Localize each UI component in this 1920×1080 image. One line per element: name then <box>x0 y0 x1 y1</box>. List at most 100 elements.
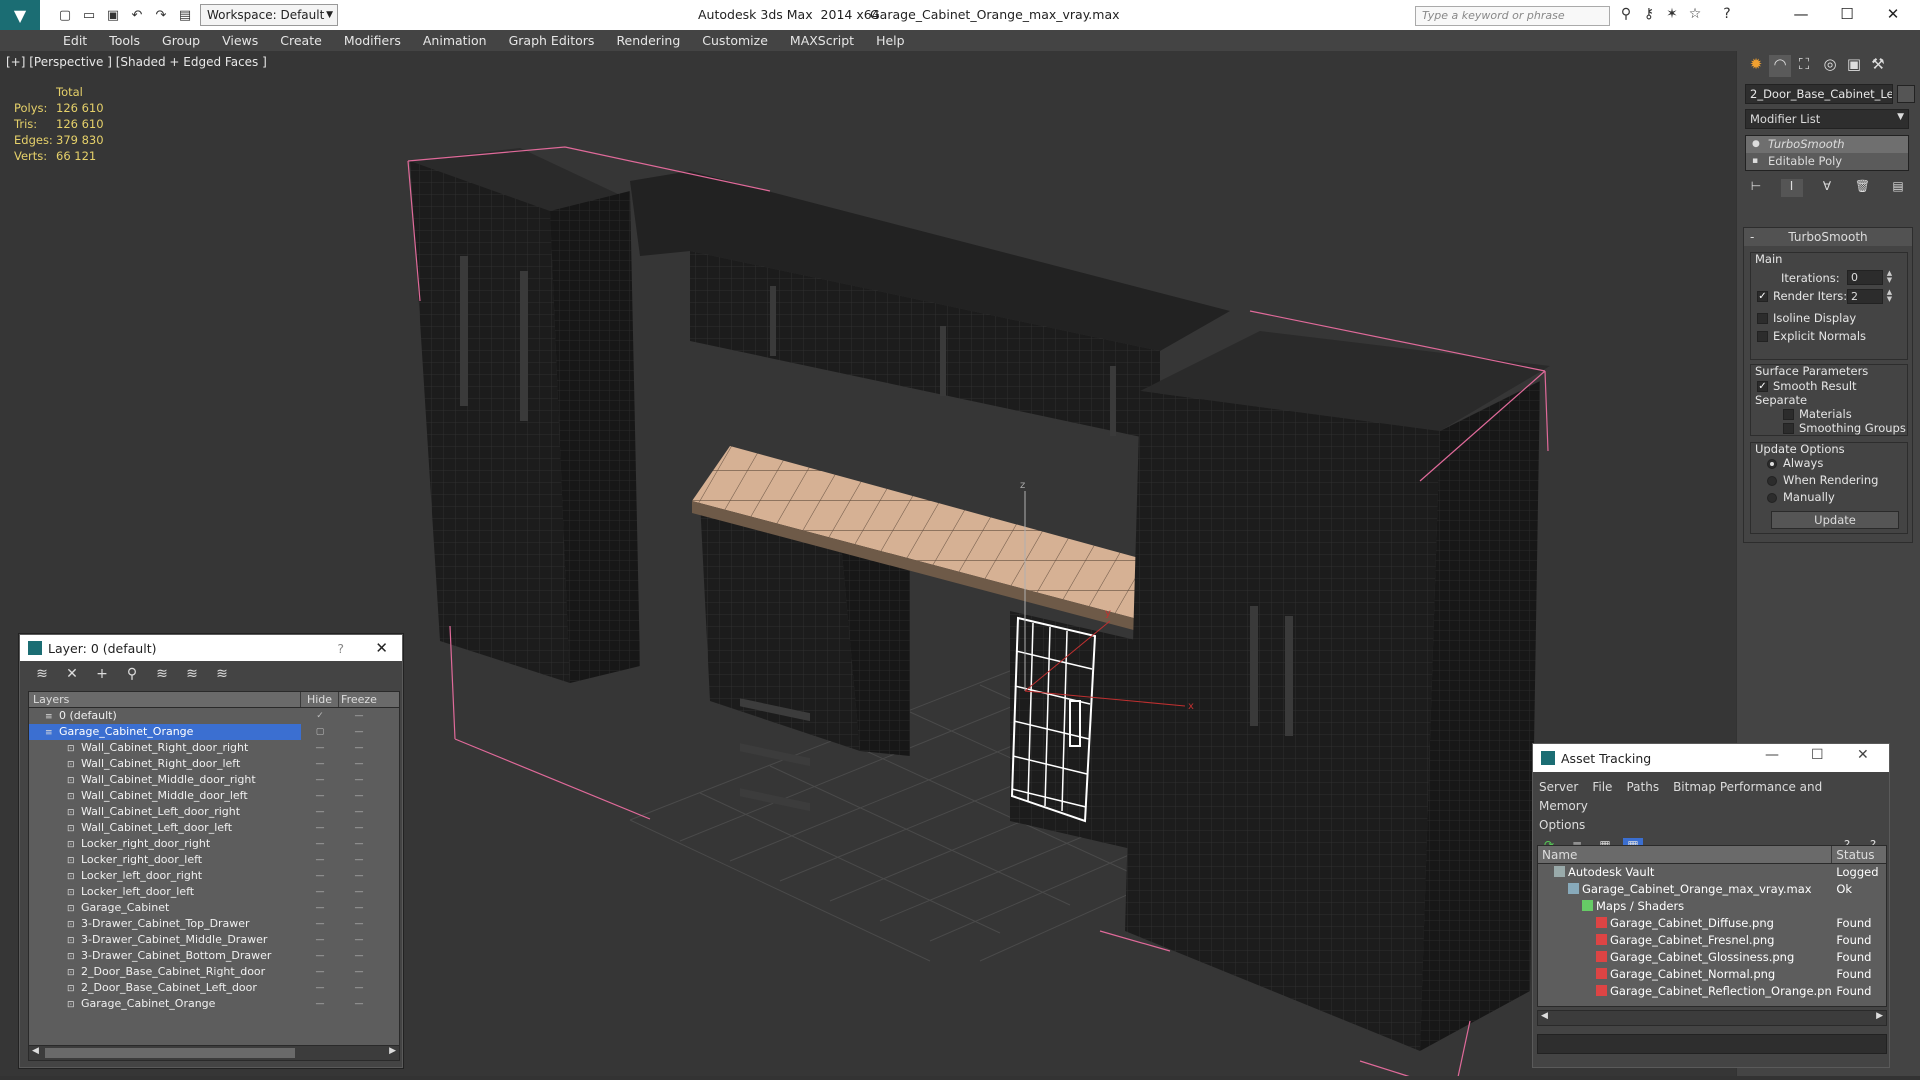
menu-item-graph-editors[interactable]: Graph Editors <box>498 33 606 48</box>
column-name[interactable]: Name <box>1538 846 1833 863</box>
hide-toggle[interactable]: — <box>301 932 339 948</box>
layer-row[interactable]: ⊡ Wall_Cabinet_Right_door_left — — <box>29 756 399 772</box>
freeze-toggle[interactable]: — <box>339 980 379 996</box>
asset-row[interactable]: Garage_Cabinet_Normal.png Found <box>1538 966 1886 983</box>
freeze-all-layers-icon[interactable]: ≋ <box>212 666 232 686</box>
undo-icon[interactable]: ↶ <box>128 6 146 24</box>
open-file-icon[interactable]: ▭ <box>80 6 98 24</box>
search-input[interactable]: Type a keyword or phrase <box>1415 6 1610 26</box>
manually-radio[interactable] <box>1767 493 1777 503</box>
menu-item-views[interactable]: Views <box>211 33 269 48</box>
create-tab-icon[interactable]: ✹ <box>1745 55 1767 77</box>
layer-row-name-cell[interactable]: ⊡ Locker_left_door_right <box>29 868 301 884</box>
layer-row[interactable]: ⊡ Wall_Cabinet_Left_door_left — — <box>29 820 399 836</box>
hide-toggle[interactable]: — <box>301 916 339 932</box>
layer-row-name-cell[interactable]: ⊡ Wall_Cabinet_Left_door_left <box>29 820 301 836</box>
layer-row[interactable]: ⊡ Locker_left_door_right — — <box>29 868 399 884</box>
asset-row[interactable]: Garage_Cabinet_Diffuse.png Found <box>1538 915 1886 932</box>
always-radio[interactable] <box>1767 459 1777 469</box>
layer-row-name-cell[interactable]: ≡ 0 (default) <box>29 708 301 724</box>
hide-toggle[interactable]: — <box>301 820 339 836</box>
configure-modifier-sets-icon[interactable]: ▤ <box>1887 179 1909 197</box>
freeze-toggle[interactable]: — <box>339 900 379 916</box>
layer-window-titlebar[interactable]: Layer: 0 (default) ? ✕ <box>20 635 402 661</box>
freeze-toggle[interactable]: — <box>339 916 379 932</box>
asset-name-cell[interactable]: Garage_Cabinet_Glossiness.png <box>1538 949 1832 966</box>
layers-table[interactable]: Layers Hide Freeze ≡ 0 (default) ✓ — ≡ Garage… <box>28 691 400 1053</box>
freeze-toggle[interactable]: — <box>339 772 379 788</box>
asset-menu-file[interactable]: File <box>1592 780 1612 794</box>
highlight-layer-icon[interactable]: ≋ <box>152 666 172 686</box>
when-rendering-radio[interactable] <box>1767 476 1777 486</box>
materials-checkbox[interactable] <box>1783 409 1794 420</box>
freeze-toggle[interactable]: — <box>339 948 379 964</box>
layer-row-name-cell[interactable]: ⊡ Wall_Cabinet_Right_door_left <box>29 756 301 772</box>
layer-row[interactable]: ⊡ 2_Door_Base_Cabinet_Left_door — — <box>29 980 399 996</box>
minimize-button[interactable]: — <box>1765 747 1779 763</box>
render-iters-checkbox[interactable]: ✓ <box>1757 291 1768 302</box>
hide-toggle[interactable]: — <box>301 756 339 772</box>
horizontal-scrollbar[interactable]: ◀ ▶ <box>28 1045 400 1061</box>
asset-row[interactable]: Garage_Cabinet_Reflection_Orange.png Foun… <box>1538 983 1886 1000</box>
layer-row-name-cell[interactable]: ⊡ Locker_right_door_right <box>29 836 301 852</box>
freeze-toggle[interactable]: — <box>339 820 379 836</box>
isoline-display-checkbox[interactable] <box>1757 313 1768 324</box>
layer-row[interactable]: ⊡ 3-Drawer_Cabinet_Middle_Drawer — — <box>29 932 399 948</box>
freeze-toggle[interactable]: — <box>339 836 379 852</box>
modifier-stack[interactable]: ● TurboSmooth ▪ Editable Poly <box>1745 135 1909 171</box>
hide-toggle[interactable]: — <box>301 852 339 868</box>
new-file-icon[interactable]: ▢ <box>56 6 74 24</box>
menu-item-maxscript[interactable]: MAXScript <box>779 33 865 48</box>
modifier-list-dropdown[interactable]: Modifier List ▼ <box>1745 109 1909 129</box>
asset-row[interactable]: Maps / Shaders <box>1538 898 1886 915</box>
column-hide[interactable]: Hide <box>301 692 339 707</box>
maximize-button[interactable]: ☐ <box>1824 0 1870 30</box>
spinner-arrows-icon[interactable]: ▲ ▼ <box>1885 289 1894 304</box>
motion-tab-icon[interactable]: ◎ <box>1819 55 1841 77</box>
freeze-toggle[interactable]: — <box>339 852 379 868</box>
close-button[interactable]: ✕ <box>1870 0 1916 30</box>
hide-toggle[interactable]: — <box>301 948 339 964</box>
layer-row-name-cell[interactable]: ≡ Garage_Cabinet_Orange <box>29 724 301 740</box>
favorites-star-icon[interactable]: ☆ <box>1686 6 1704 24</box>
layer-row[interactable]: ⊡ Locker_right_door_left — — <box>29 852 399 868</box>
spinner-arrows-icon[interactable]: ▲ ▼ <box>1885 270 1894 285</box>
freeze-toggle[interactable]: — <box>339 708 379 724</box>
viewport-label[interactable]: [+] [Perspective ] [Shaded + Edged Faces… <box>6 55 267 69</box>
asset-path-field[interactable] <box>1537 1034 1887 1054</box>
freeze-toggle[interactable]: — <box>339 804 379 820</box>
freeze-toggle[interactable]: — <box>339 932 379 948</box>
make-unique-icon[interactable]: ∀ <box>1816 179 1838 197</box>
utilities-tab-icon[interactable]: ⚒ <box>1867 55 1889 77</box>
hide-toggle[interactable]: — <box>301 996 339 1012</box>
layer-row-name-cell[interactable]: ⊡ 2_Door_Base_Cabinet_Left_door <box>29 980 301 996</box>
layer-row-name-cell[interactable]: ⊡ 3-Drawer_Cabinet_Top_Drawer <box>29 916 301 932</box>
layer-row[interactable]: ≡ Garage_Cabinet_Orange ▢ — <box>29 724 399 740</box>
redo-icon[interactable]: ↷ <box>152 6 170 24</box>
freeze-toggle[interactable]: — <box>339 788 379 804</box>
scrollbar-thumb[interactable] <box>45 1048 295 1058</box>
layer-row[interactable]: ⊡ Garage_Cabinet_Orange — — <box>29 996 399 1012</box>
layer-row[interactable]: ⊡ Wall_Cabinet_Right_door_right — — <box>29 740 399 756</box>
hide-toggle[interactable]: — <box>301 868 339 884</box>
object-name-field[interactable]: 2_Door_Base_Cabinet_Left_d <box>1745 84 1893 104</box>
asset-row[interactable]: Garage_Cabinet_Glossiness.png Found <box>1538 949 1886 966</box>
close-icon[interactable]: ✕ <box>375 639 388 657</box>
delete-layer-icon[interactable]: ✕ <box>62 666 82 686</box>
hide-toggle[interactable]: — <box>301 900 339 916</box>
asset-row[interactable]: Garage_Cabinet_Fresnel.png Found <box>1538 932 1886 949</box>
add-to-layer-icon[interactable]: + <box>92 666 112 686</box>
layer-row[interactable]: ⊡ Wall_Cabinet_Middle_door_right — — <box>29 772 399 788</box>
object-color-swatch[interactable] <box>1897 85 1915 103</box>
minimize-button[interactable]: — <box>1778 0 1824 30</box>
layer-row[interactable]: ⊡ 3-Drawer_Cabinet_Top_Drawer — — <box>29 916 399 932</box>
layer-row-name-cell[interactable]: ⊡ 2_Door_Base_Cabinet_Right_door <box>29 964 301 980</box>
freeze-toggle[interactable]: — <box>339 740 379 756</box>
layer-row-name-cell[interactable]: ⊡ Wall_Cabinet_Middle_door_left <box>29 788 301 804</box>
pin-stack-icon[interactable]: ⊢ <box>1745 179 1767 197</box>
menu-item-customize[interactable]: Customize <box>691 33 779 48</box>
explicit-normals-checkbox[interactable] <box>1757 331 1768 342</box>
asset-menu-bitmap-performance-and-memory[interactable]: Bitmap Performance and Memory <box>1539 780 1822 813</box>
menu-item-animation[interactable]: Animation <box>412 33 498 48</box>
subscription-icon[interactable]: ⚷ <box>1640 6 1658 24</box>
